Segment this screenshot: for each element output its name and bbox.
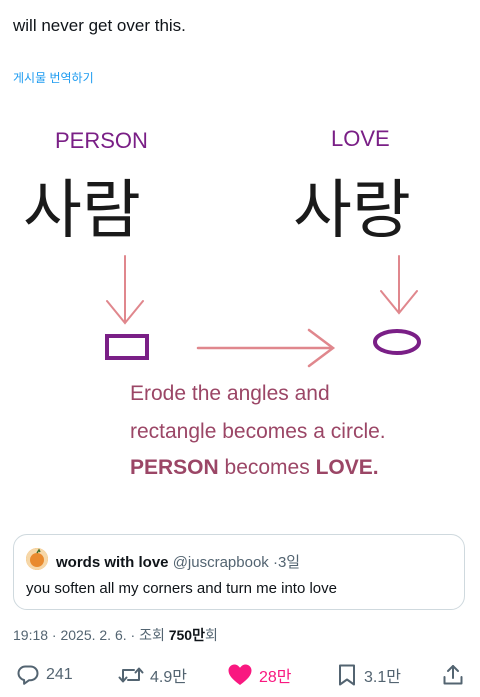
share-button[interactable] [441,658,465,692]
retweet-button[interactable]: 4.9만 [118,658,187,692]
circle-shape [373,329,421,355]
bookmark-count: 3.1만 [364,669,401,686]
heart-icon [228,664,252,685]
quote-author-handle[interactable]: @juscrapbook [173,554,269,571]
quote-header: words with love @juscrapbook ·3일 [56,551,300,572]
love-label: LOVE [331,126,390,151]
translate-post-link[interactable]: 게시물 번역하기 [13,69,94,86]
caption-becomes-word: becomes [219,456,316,479]
person-korean: 사람 [23,174,141,248]
caption-line-3: PERSON becomes LOVE. [130,456,379,479]
reply-count: 241 [46,666,73,683]
avatar[interactable] [26,548,48,570]
reply-icon [17,665,39,685]
quote-text: you soften all my corners and turn me in… [26,580,337,597]
quoted-tweet-card[interactable]: words with love @juscrapbook ·3일 you sof… [13,534,465,610]
tweet-meta: 19:18 · 2025. 2. 6. · 조회 750만회 [13,625,218,645]
love-korean: 사랑 [293,174,411,248]
view-count: 750만 [168,627,205,643]
caption-person-word: PERSON [130,456,219,479]
tweet-timestamp[interactable]: 19:18 · 2025. 2. 6. · 조회 [13,627,169,643]
like-count: 28만 [259,669,292,686]
down-arrow-left [106,255,144,325]
caption-line-2: rectangle becomes a circle. [130,420,386,443]
caption-line-1: Erode the angles and [130,382,330,405]
caption-love-word: LOVE. [316,456,379,479]
like-button[interactable]: 28만 [227,658,292,692]
action-bar: 241 4.9만 28만 3.1만 [0,658,480,692]
person-label: PERSON [55,128,148,153]
bookmark-button[interactable]: 3.1만 [336,658,401,692]
down-arrow-right [380,255,418,315]
tweet-image[interactable]: PERSON LOVE 사람 사랑 Erode the angles and r… [13,96,467,508]
retweet-icon [118,667,144,683]
reply-button[interactable]: 241 [16,658,73,692]
tweet-text: will never get over this. [13,16,186,35]
right-arrow [196,328,336,368]
view-count-suffix: 회 [204,627,218,643]
share-icon [443,665,463,685]
rectangle-shape [105,334,149,360]
quote-author-name[interactable]: words with love [56,554,169,571]
retweet-count: 4.9만 [150,669,187,686]
bookmark-icon [339,664,355,686]
quote-timestamp[interactable]: 3일 [278,554,300,571]
